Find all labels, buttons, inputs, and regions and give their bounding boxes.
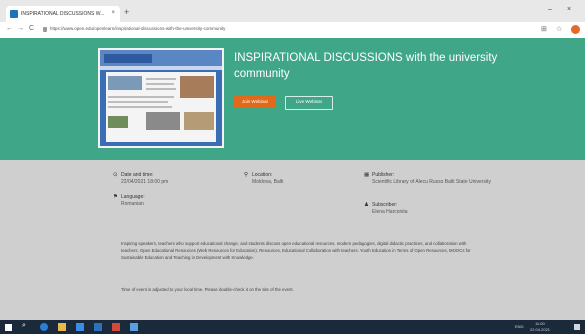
language-label: Language:	[121, 194, 145, 200]
forward-icon[interactable]: →	[17, 25, 24, 32]
os-taskbar: ⌕ ENG 11:00 22.04.2021	[0, 320, 585, 334]
back-icon[interactable]: ←	[6, 25, 13, 32]
profile-avatar[interactable]	[571, 25, 580, 34]
search-icon[interactable]: ⌕	[22, 322, 30, 330]
file-explorer-icon[interactable]	[58, 323, 66, 331]
event-publisher: ▦ Publisher: Scientific Library of Alecu…	[364, 172, 492, 186]
address-bar: ← → C https://www.open.edu/openlearn/ins…	[0, 22, 585, 39]
publisher-label: Publisher:	[372, 172, 395, 178]
user-icon: ♟	[364, 202, 369, 208]
language-value: Romanian	[121, 201, 144, 207]
event-subscriber: ♟ Subscriber: Elena Harconita	[364, 202, 492, 216]
browser-tab-bar: INSPIRATIONAL DISCUSSIONS W... × + – ×	[0, 0, 585, 22]
building-icon: ▦	[364, 172, 370, 178]
location-value: Moldova, Balti	[252, 179, 284, 185]
clock-icon: ⊙	[113, 172, 118, 178]
extensions-icon[interactable]: ⊞	[541, 25, 547, 33]
browser-tab[interactable]: INSPIRATIONAL DISCUSSIONS W... ×	[6, 6, 120, 22]
subscriber-label: Subscriber:	[372, 202, 398, 208]
date-label: Date and time:	[121, 172, 154, 178]
start-icon[interactable]	[5, 324, 12, 331]
location-pin-icon: ⚲	[244, 172, 249, 178]
notifications-icon[interactable]	[574, 324, 580, 330]
new-tab-button[interactable]: +	[124, 7, 129, 17]
timezone-note: Time of event is adjusted to your local …	[121, 287, 294, 292]
event-description: Inspiring speakers, teachers who support…	[121, 241, 471, 260]
event-date: ⊙ Date and time: 22/04/2021 18:00 pm	[113, 172, 221, 186]
event-thumbnail	[98, 48, 224, 148]
date-value: 22/04/2021 18:00 pm	[121, 179, 169, 185]
lock-icon	[43, 27, 47, 32]
mail-icon[interactable]	[130, 323, 138, 331]
bookmark-star-icon[interactable]: ☆	[556, 25, 562, 33]
tray-date[interactable]: 22.04.2021	[530, 327, 550, 332]
subscriber-value: Elena Harconita	[372, 209, 408, 215]
tab-title: INSPIRATIONAL DISCUSSIONS W...	[21, 11, 105, 17]
event-language: ⚑ Language: Romanian	[113, 194, 221, 208]
reload-icon[interactable]: C	[29, 25, 34, 32]
flag-icon: ⚑	[113, 194, 118, 200]
join-webinar-button[interactable]: Join Webinar	[234, 96, 276, 108]
site-favicon-icon	[10, 10, 18, 18]
publisher-value: Scientific Library of Alecu Russo Balti …	[372, 179, 491, 185]
url-field[interactable]: https://www.open.edu/openlearn/inspirati…	[50, 26, 225, 31]
tray-language[interactable]: ENG	[515, 324, 524, 329]
app-icon[interactable]	[112, 323, 120, 331]
live-webinar-button[interactable]: Live Webinar	[285, 96, 333, 110]
tray-time[interactable]: 11:00	[535, 321, 545, 326]
location-label: Location:	[252, 172, 273, 178]
event-title: INSPIRATIONAL DISCUSSIONS with the unive…	[234, 52, 498, 80]
event-location: ⚲ Location: Moldova, Balti	[244, 172, 342, 186]
word-icon[interactable]	[94, 323, 102, 331]
minimize-button[interactable]: –	[548, 6, 552, 13]
close-window-button[interactable]: ×	[567, 6, 571, 13]
tab-close-icon[interactable]: ×	[111, 10, 115, 16]
store-icon[interactable]	[76, 323, 84, 331]
edge-icon[interactable]	[40, 323, 48, 331]
